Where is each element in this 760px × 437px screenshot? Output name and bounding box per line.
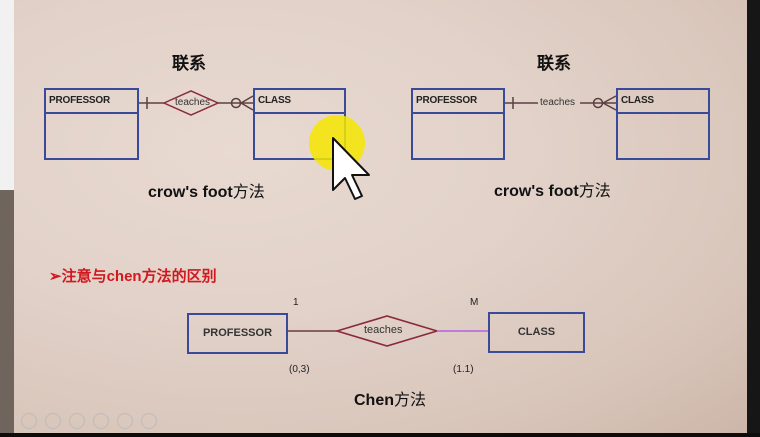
toolbar-circle-icon[interactable] bbox=[69, 413, 85, 429]
toolbar-circle-icon[interactable] bbox=[21, 413, 37, 429]
toolbar-circle-icon[interactable] bbox=[141, 413, 157, 429]
toolbar-circle-icon[interactable] bbox=[117, 413, 133, 429]
screen: 联系 PROFESSOR CLASS teaches crow's foot方法… bbox=[0, 0, 760, 437]
pointer-overlay bbox=[309, 115, 370, 200]
toolbar-circle-icon[interactable] bbox=[93, 413, 109, 429]
toolbar-circle-icon[interactable] bbox=[45, 413, 61, 429]
